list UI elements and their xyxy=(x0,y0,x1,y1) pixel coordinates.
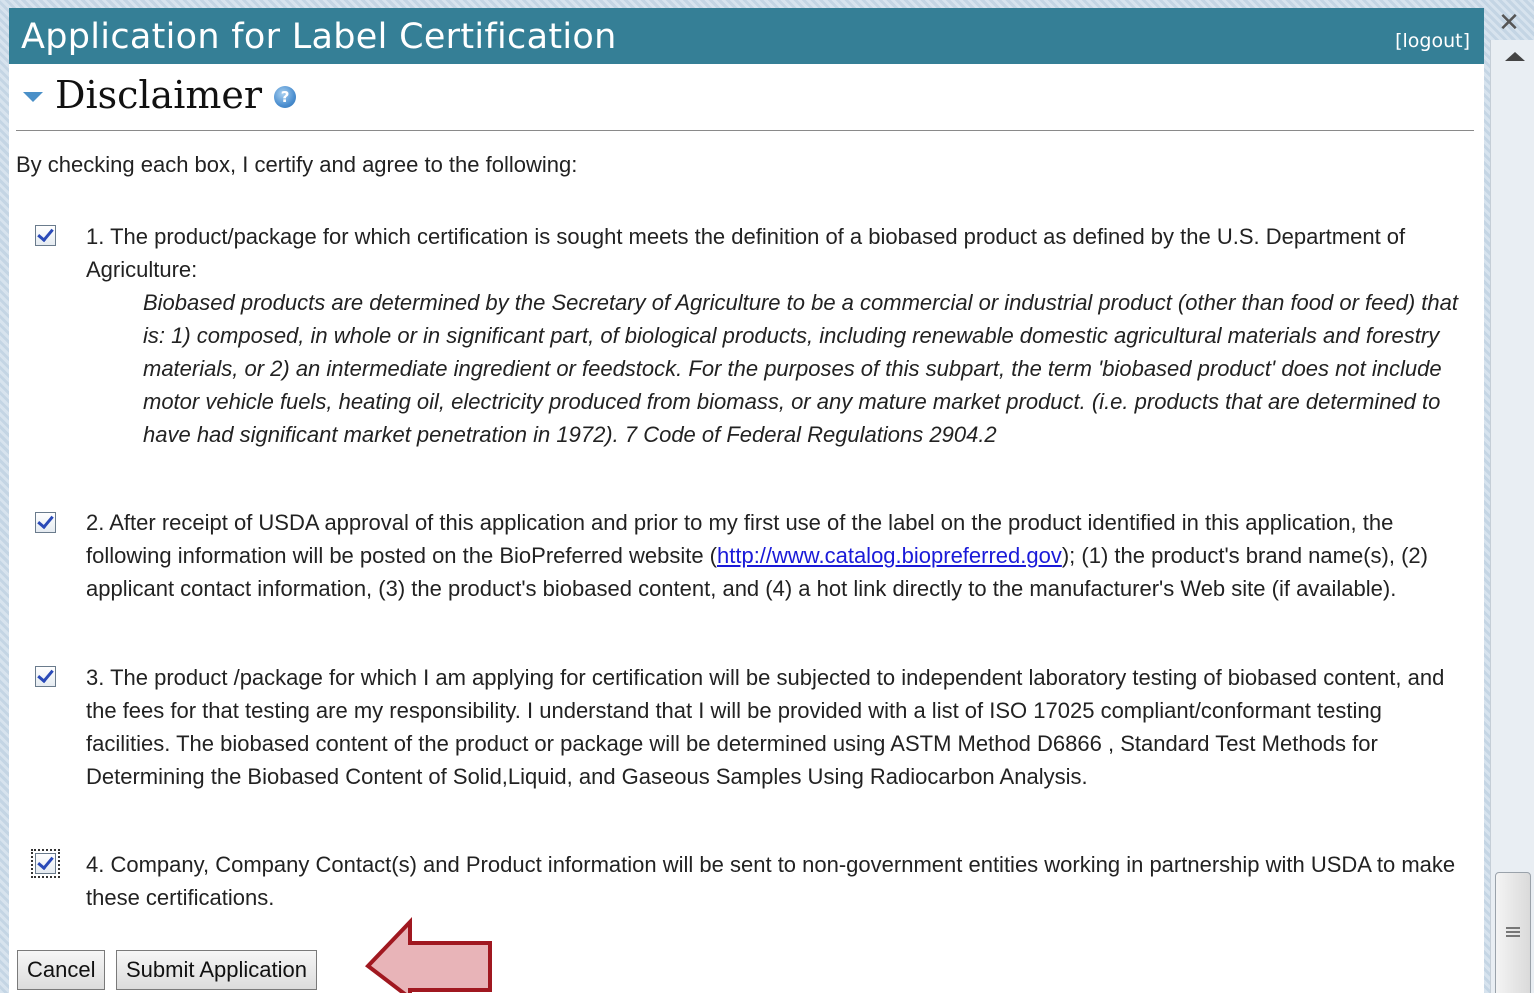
disclaimer-item-4: 4. Company, Company Contact(s) and Produ… xyxy=(86,848,1461,914)
checkmark-icon xyxy=(37,665,54,684)
help-icon[interactable]: ? xyxy=(274,86,297,108)
checkbox-item-4[interactable] xyxy=(31,849,60,878)
checkmark-icon xyxy=(37,224,54,243)
dialog-frame: Application for Label Certification [log… xyxy=(0,0,1534,993)
item-1-quote: Biobased products are determined by the … xyxy=(143,290,1458,447)
checkbox-item-2[interactable] xyxy=(35,511,56,533)
checkbox-item-1[interactable] xyxy=(35,224,56,246)
submit-application-button[interactable]: Submit Application xyxy=(116,950,317,990)
collapse-triangle-icon[interactable] xyxy=(23,92,43,102)
left-arrow-annotation-icon xyxy=(365,917,492,993)
scroll-up-arrow-icon[interactable] xyxy=(1505,52,1525,61)
logout-link[interactable]: [logout] xyxy=(1395,30,1470,52)
checkbox-item-3[interactable] xyxy=(35,665,56,687)
disclaimer-item-3: 3. The product /package for which I am a… xyxy=(86,661,1461,793)
intro-text: By checking each box, I certify and agre… xyxy=(16,152,578,177)
biopreferred-link[interactable]: http://www.catalog.biopreferred.gov xyxy=(717,543,1062,568)
title-bar: Application for Label Certification [log… xyxy=(9,8,1484,64)
cancel-button[interactable]: Cancel xyxy=(17,950,106,990)
section-divider xyxy=(16,130,1474,131)
section-header: Disclaimer ? xyxy=(23,68,297,122)
vertical-scrollbar[interactable] xyxy=(1490,40,1534,993)
checkmark-icon xyxy=(37,511,54,530)
checkmark-icon xyxy=(37,852,54,871)
section-title: Disclaimer xyxy=(55,73,263,117)
close-icon[interactable]: ✕ xyxy=(1494,8,1524,38)
dialog-content: Disclaimer ? By checking each box, I cer… xyxy=(9,64,1484,993)
item-1-text: 1. The product/package for which certifi… xyxy=(86,224,1406,282)
scrollbar-thumb[interactable] xyxy=(1495,872,1531,993)
arrow-shape xyxy=(365,917,492,993)
grip-icon xyxy=(1506,927,1520,939)
item-3-text: 3. The product /package for which I am a… xyxy=(86,665,1445,789)
item-4-text: 4. Company, Company Contact(s) and Produ… xyxy=(86,852,1456,910)
disclaimer-item-1: 1. The product/package for which certifi… xyxy=(86,220,1461,451)
window-title: Application for Label Certification xyxy=(21,17,617,57)
disclaimer-item-2: 2. After receipt of USDA approval of thi… xyxy=(86,506,1461,605)
